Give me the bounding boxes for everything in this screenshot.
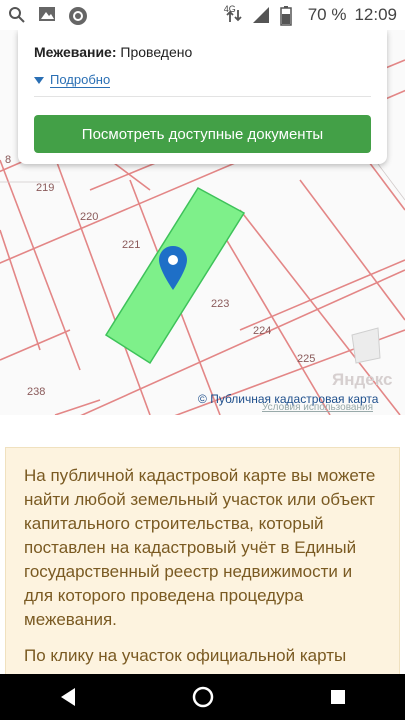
app-icon [68, 6, 88, 25]
parcel-label-8: 8 [5, 154, 12, 166]
info-paragraph-2: По клику на участок официальной карты [24, 646, 347, 665]
survey-row: Межевание: Проведено [34, 44, 371, 60]
navigation-bar [0, 674, 405, 720]
info-box: На публичной кадастровой карте вы можете… [5, 447, 400, 677]
details-toggle[interactable]: Подробно [34, 72, 371, 88]
search-icon [8, 6, 28, 24]
survey-label: Межевание: [34, 44, 117, 60]
parcel-label-225: 225 [297, 353, 316, 365]
home-icon[interactable] [183, 677, 223, 717]
details-label: Подробно [50, 72, 111, 88]
copyright-icon: © [198, 392, 207, 406]
map-pin-icon[interactable] [159, 246, 187, 295]
divider [34, 96, 371, 97]
parcel-info-card: Межевание: Проведено Подробно Посмотреть… [18, 30, 387, 164]
recents-icon[interactable] [318, 677, 358, 717]
battery-level: 70 % [307, 5, 347, 24]
back-icon[interactable] [48, 677, 88, 717]
attribution-link[interactable]: Публичная кадастровая карта [210, 392, 378, 406]
parcel-label-238: 238 [27, 386, 46, 398]
parcel-label-220: 220 [80, 211, 99, 223]
network-icon: 4G [223, 4, 244, 24]
parcel-label-223: 223 [211, 298, 230, 310]
info-paragraph-1: На публичной кадастровой карте вы можете… [24, 466, 376, 629]
parcel-label-219: 219 [36, 182, 55, 194]
triangle-down-icon [34, 76, 44, 84]
yandex-logo: Яндекс [332, 370, 393, 389]
survey-value: Проведено [120, 44, 193, 60]
view-documents-button[interactable]: Посмотреть доступные документы [34, 115, 371, 153]
parcel-label-221: 221 [122, 239, 141, 251]
battery-icon [279, 6, 300, 26]
clock: 12:09 [354, 5, 397, 24]
map-attribution[interactable]: © Публичная кадастровая карта [198, 392, 378, 406]
status-bar: 4G 70 % 12:09 [0, 0, 405, 30]
signal-icon [252, 6, 272, 24]
network-type: 4G [223, 4, 236, 14]
image-icon [38, 6, 58, 24]
parcel-label-224: 224 [253, 325, 272, 337]
